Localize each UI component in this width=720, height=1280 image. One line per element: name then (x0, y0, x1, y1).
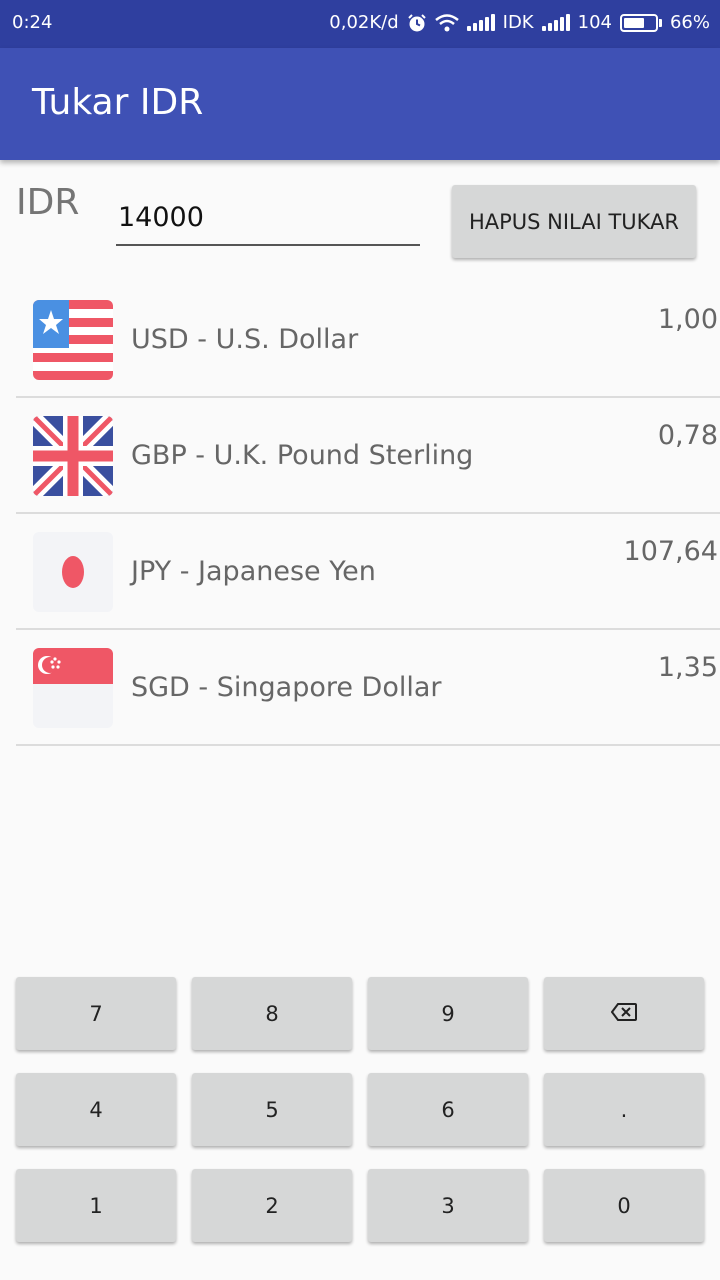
key-6[interactable]: 6 (368, 1073, 528, 1146)
backspace-icon (610, 1002, 637, 1026)
currency-label: IDR (16, 182, 80, 223)
battery-icon (619, 13, 662, 32)
currency-rate: 1,00 (657, 304, 718, 335)
singapore-flag-icon (33, 648, 113, 728)
app-title: Tukar IDR (32, 82, 204, 123)
clear-rates-button[interactable]: HAPUS NILAI TUKAR (452, 185, 696, 258)
backspace-key[interactable] (544, 977, 704, 1050)
currency-row-jpy[interactable]: JPY - Japanese Yen 107,64 (16, 514, 720, 630)
key-2[interactable]: 2 (192, 1169, 352, 1242)
key-7[interactable]: 7 (16, 977, 176, 1050)
currency-name: SGD - Singapore Dollar (131, 672, 442, 703)
currency-rate: 1,35 (657, 652, 718, 683)
currency-name: JPY - Japanese Yen (131, 556, 376, 587)
key-3[interactable]: 3 (368, 1169, 528, 1242)
japan-flag-icon (33, 532, 113, 612)
key-8[interactable]: 8 (192, 977, 352, 1050)
amount-input[interactable] (116, 198, 420, 246)
uk-flag-icon (33, 416, 113, 496)
key-4[interactable]: 4 (16, 1073, 176, 1146)
key-1[interactable]: 1 (16, 1169, 176, 1242)
currency-name: USD - U.S. Dollar (131, 324, 359, 355)
alarm-icon (407, 13, 427, 33)
carrier-label: IDK (502, 12, 534, 33)
signal-2-icon (541, 13, 570, 31)
currency-name: GBP - U.K. Pound Sterling (131, 440, 474, 471)
us-flag-icon (33, 300, 113, 380)
currency-rate: 0,78 (657, 420, 718, 451)
currency-row-gbp[interactable]: GBP - U.K. Pound Sterling 0,78 (16, 398, 720, 514)
battery-percent: 66% (669, 12, 710, 33)
signal-2-label: 104 (577, 12, 612, 33)
app-bar: Tukar IDR (0, 48, 720, 160)
network-speed: 0,02K/d (329, 12, 399, 33)
currency-rate: 107,64 (623, 536, 718, 567)
status-time: 0:24 (12, 12, 53, 33)
currency-row-sgd[interactable]: SGD - Singapore Dollar 1,35 (16, 630, 720, 746)
wifi-icon (434, 13, 459, 32)
signal-icon (466, 13, 495, 31)
key-0[interactable]: 0 (544, 1169, 704, 1242)
currency-list: USD - U.S. Dollar 1,00 GBP - U.K. Pound … (16, 282, 720, 746)
key-9[interactable]: 9 (368, 977, 528, 1050)
status-bar: 0:24 0,02K/d IDK 104 66% (0, 0, 720, 48)
key-5[interactable]: 5 (192, 1073, 352, 1146)
currency-row-usd[interactable]: USD - U.S. Dollar 1,00 (16, 282, 720, 398)
key-decimal[interactable]: . (544, 1073, 704, 1146)
